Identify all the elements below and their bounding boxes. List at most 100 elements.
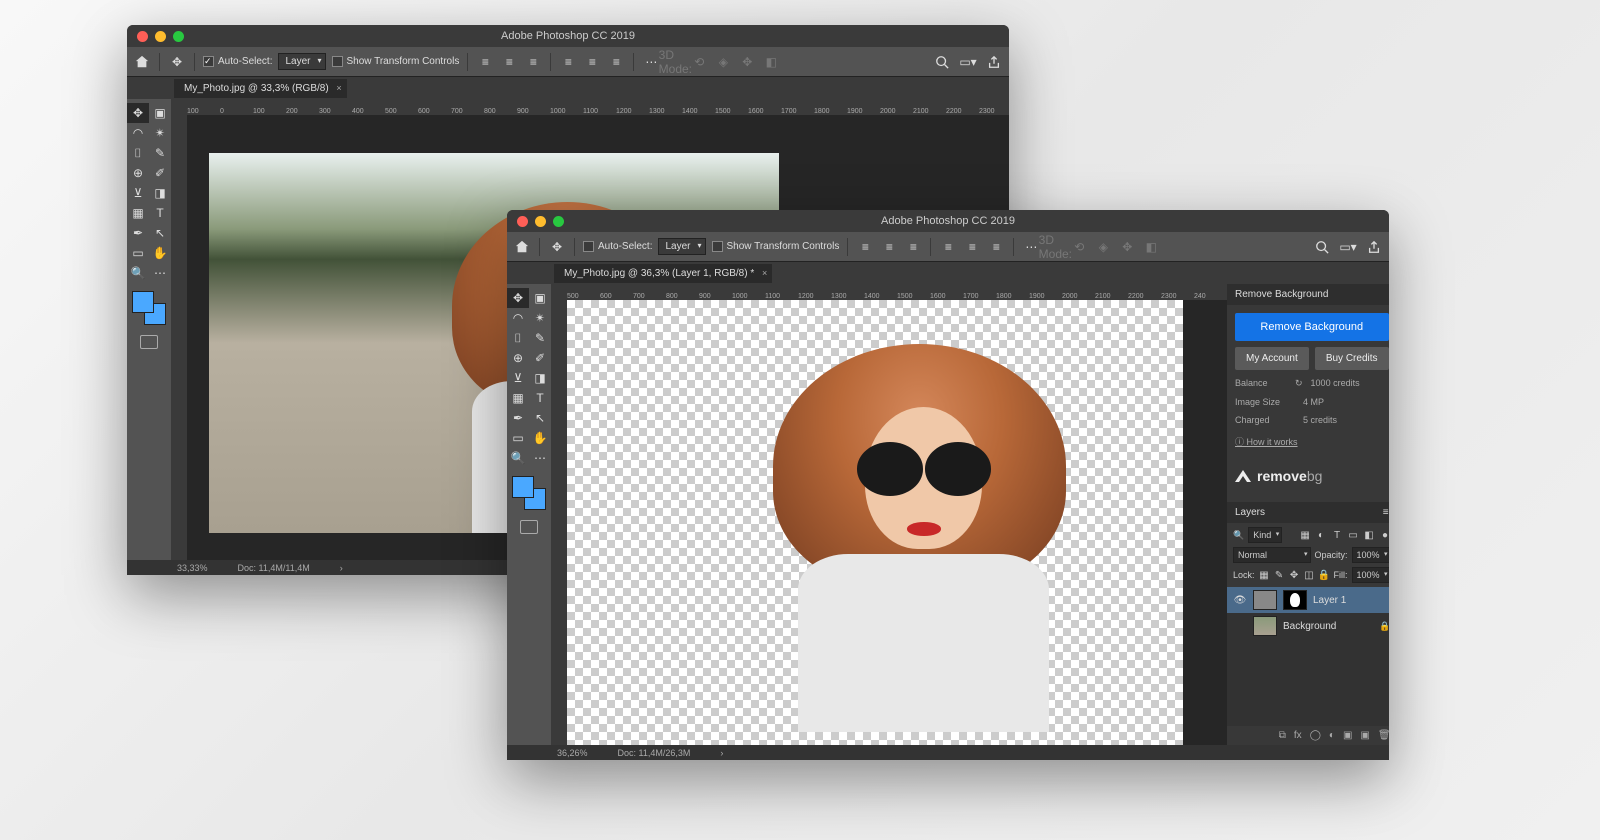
artboard[interactable] — [567, 300, 1227, 745]
shape-tool[interactable]: ▭ — [507, 428, 529, 448]
move-tool[interactable]: ✥ — [127, 103, 149, 123]
visibility-icon[interactable]: 👁 — [1233, 595, 1247, 606]
quick-mask-toggle[interactable] — [520, 520, 538, 534]
adjustment-layer-icon[interactable]: ◐ — [1329, 730, 1335, 741]
close-icon[interactable] — [137, 31, 148, 42]
move-tool-icon[interactable]: ✥ — [168, 53, 186, 71]
align-left-icon[interactable]: ≡ — [856, 238, 874, 256]
home-icon[interactable] — [513, 238, 531, 256]
link-layers-icon[interactable]: ⧉ — [1279, 730, 1286, 741]
zoom-tool[interactable]: 🔍 — [127, 263, 149, 283]
healing-brush-tool[interactable]: ⊕ — [127, 163, 149, 183]
type-tool[interactable]: T — [149, 203, 171, 223]
remove-background-button[interactable]: Remove Background — [1235, 313, 1389, 341]
lock-transparency-icon[interactable]: ▦ — [1259, 570, 1270, 581]
align-top-icon[interactable]: ≡ — [559, 53, 577, 71]
layer-mask-thumbnail[interactable] — [1283, 590, 1307, 610]
more-icon[interactable]: ⋯ — [642, 53, 660, 71]
align-center-v-icon[interactable]: ≡ — [583, 53, 601, 71]
gradient-tool[interactable]: ▦ — [127, 203, 149, 223]
workspace-icon[interactable]: ▭▾ — [959, 53, 977, 71]
titlebar[interactable]: Adobe Photoshop CC 2019 — [127, 25, 1009, 47]
move-tool-icon[interactable]: ✥ — [548, 238, 566, 256]
layer-thumbnail[interactable] — [1253, 616, 1277, 636]
filter-kind-select[interactable]: Kind — [1248, 527, 1282, 543]
filter-toggle-icon[interactable]: ● — [1380, 530, 1389, 541]
eraser-tool[interactable]: ◨ — [149, 183, 171, 203]
move-tool[interactable]: ✥ — [507, 288, 529, 308]
workspace-icon[interactable]: ▭▾ — [1339, 238, 1357, 256]
document-tab[interactable]: My_Photo.jpg @ 33,3% (RGB/8)× — [174, 79, 347, 98]
lasso-tool[interactable]: ◠ — [507, 308, 529, 328]
lock-position-icon[interactable]: ✥ — [1289, 570, 1300, 581]
brush-tool[interactable]: ✐ — [149, 163, 171, 183]
align-center-h-icon[interactable]: ≡ — [500, 53, 518, 71]
path-selection-tool[interactable]: ↖ — [149, 223, 171, 243]
pen-tool[interactable]: ✒ — [507, 408, 529, 428]
auto-select-checkbox[interactable]: Auto-Select: — [203, 56, 272, 67]
crop-tool[interactable]: ⌷ — [507, 328, 529, 348]
panel-tab[interactable]: Remove Background — [1227, 284, 1389, 305]
pen-tool[interactable]: ✒ — [127, 223, 149, 243]
layer-name[interactable]: Background — [1283, 621, 1336, 632]
lock-all-icon[interactable]: 🔒 — [1319, 570, 1330, 581]
lock-artboard-icon[interactable]: ◫ — [1304, 570, 1315, 581]
buy-credits-button[interactable]: Buy Credits — [1315, 347, 1389, 370]
color-swatches[interactable] — [512, 476, 546, 510]
blend-mode-select[interactable]: Normal — [1233, 547, 1311, 563]
show-transform-checkbox[interactable]: Show Transform Controls — [332, 56, 460, 67]
hand-tool[interactable]: ✋ — [529, 428, 551, 448]
type-tool[interactable]: T — [529, 388, 551, 408]
auto-select-target[interactable]: Layer — [278, 53, 325, 70]
auto-select-checkbox[interactable]: Auto-Select: — [583, 241, 652, 252]
filter-adjust-icon[interactable]: ◐ — [1316, 530, 1327, 541]
clone-stamp-tool[interactable]: ⊻ — [507, 368, 529, 388]
align-left-icon[interactable]: ≡ — [476, 53, 494, 71]
edit-toolbar[interactable]: ⋯ — [149, 263, 171, 283]
share-icon[interactable] — [1365, 238, 1383, 256]
gradient-tool[interactable]: ▦ — [507, 388, 529, 408]
filter-type-icon[interactable]: T — [1332, 530, 1343, 541]
artboard-tool[interactable]: ▣ — [149, 103, 171, 123]
maximize-icon[interactable] — [173, 31, 184, 42]
titlebar[interactable]: Adobe Photoshop CC 2019 — [507, 210, 1389, 232]
zoom-level[interactable]: 33,33% — [177, 563, 208, 573]
foreground-color-swatch[interactable] — [132, 291, 154, 313]
minimize-icon[interactable] — [535, 216, 546, 227]
brush-tool[interactable]: ✐ — [529, 348, 551, 368]
align-top-icon[interactable]: ≡ — [939, 238, 957, 256]
status-chevron-icon[interactable]: › — [720, 748, 723, 758]
clone-stamp-tool[interactable]: ⊻ — [127, 183, 149, 203]
filter-shape-icon[interactable]: ▭ — [1348, 530, 1359, 541]
layer-item[interactable]: 👁 Layer 1 — [1227, 587, 1389, 613]
lock-icon[interactable]: 🔒 — [1379, 621, 1389, 632]
layer-mask-icon[interactable]: ◯ — [1310, 730, 1321, 741]
align-bottom-icon[interactable]: ≡ — [987, 238, 1005, 256]
quick-mask-toggle[interactable] — [140, 335, 158, 349]
path-selection-tool[interactable]: ↖ — [529, 408, 551, 428]
document-tab[interactable]: My_Photo.jpg @ 36,3% (Layer 1, RGB/8) *× — [554, 264, 772, 283]
eyedropper-tool[interactable]: ✎ — [149, 143, 171, 163]
align-center-v-icon[interactable]: ≡ — [963, 238, 981, 256]
lasso-tool[interactable]: ◠ — [127, 123, 149, 143]
search-icon[interactable] — [933, 53, 951, 71]
color-swatches[interactable] — [132, 291, 166, 325]
layer-name[interactable]: Layer 1 — [1313, 595, 1346, 606]
close-tab-icon[interactable]: × — [336, 83, 341, 93]
close-tab-icon[interactable]: × — [762, 268, 767, 278]
shape-tool[interactable]: ▭ — [127, 243, 149, 263]
minimize-icon[interactable] — [155, 31, 166, 42]
magic-wand-tool[interactable]: ✴ — [149, 123, 171, 143]
align-right-icon[interactable]: ≡ — [524, 53, 542, 71]
eraser-tool[interactable]: ◨ — [529, 368, 551, 388]
layer-thumbnail[interactable] — [1253, 590, 1277, 610]
my-account-button[interactable]: My Account — [1235, 347, 1309, 370]
magic-wand-tool[interactable]: ✴ — [529, 308, 551, 328]
new-layer-icon[interactable]: ▣ — [1360, 730, 1369, 741]
layer-fx-icon[interactable]: fx — [1294, 730, 1302, 741]
how-it-works-link[interactable]: How it works — [1235, 435, 1389, 448]
layer-item[interactable]: Background 🔒 — [1227, 613, 1389, 639]
crop-tool[interactable]: ⌷ — [127, 143, 149, 163]
close-icon[interactable] — [517, 216, 528, 227]
search-icon[interactable] — [1313, 238, 1331, 256]
